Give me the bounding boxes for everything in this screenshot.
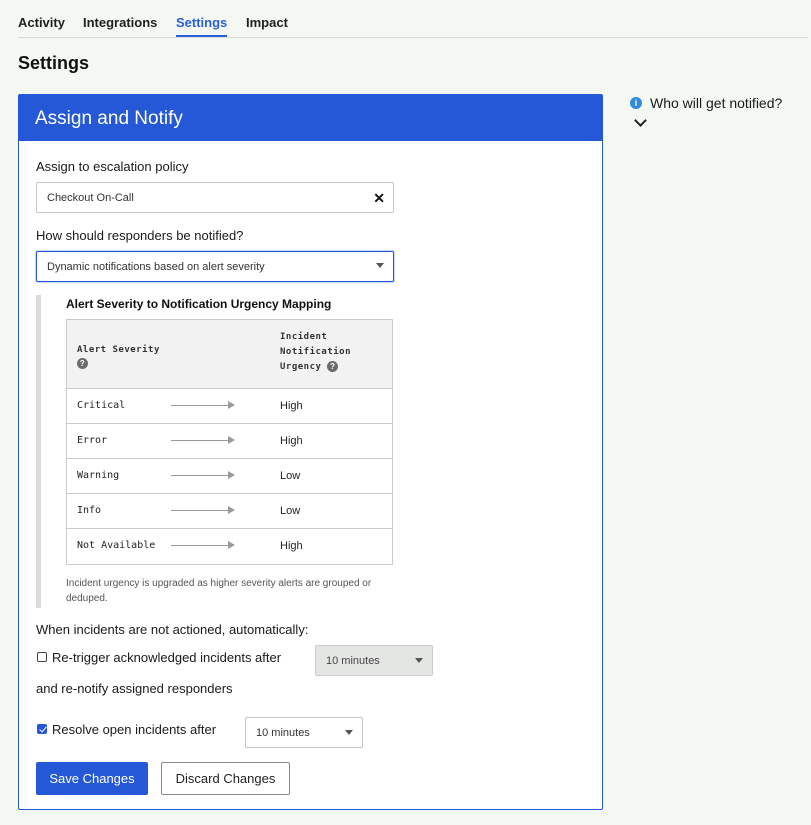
chevron-down-icon[interactable] [634,114,647,127]
table-row: Error High [67,424,392,459]
chevron-down-icon [345,730,353,735]
tab-integrations[interactable]: Integrations [83,15,157,30]
notify-method-label: How should responders be notified? [36,228,244,243]
notify-method-select[interactable]: Dynamic notifications based on alert sev… [36,251,394,282]
col-notification-urgency: Incident Notification Urgency ? [280,330,380,375]
tab-settings[interactable]: Settings [176,15,228,37]
who-notified-title[interactable]: Who will get notified? [650,95,782,111]
table-row: Warning Low [67,459,392,494]
info-icon: i [630,97,642,109]
resolve-checkbox[interactable] [37,724,47,734]
tab-activity[interactable]: Activity [18,15,65,30]
resolve-label: Resolve open incidents after [52,722,217,737]
severity-cell: Error [77,435,108,446]
table-row: Info Low [67,494,392,529]
table-row: Not Available High [67,529,392,564]
discard-changes-button[interactable]: Discard Changes [161,762,290,795]
escalation-policy-label: Assign to escalation policy [36,159,189,174]
arrow-right-icon [171,506,235,514]
col-alert-severity-label: Alert Severity [77,345,160,355]
severity-cell: Warning [77,470,120,481]
arrow-right-icon [171,471,235,479]
mapping-table-header: Alert Severity ? Incident Notification U… [67,320,392,389]
urgency-cell: High [280,540,303,552]
page-title: Settings [18,53,90,73]
urgency-cell: Low [280,505,301,517]
notify-method-value: Dynamic notifications based on alert sev… [47,260,265,273]
tab-bar: Activity Integrations Settings Impact [18,0,808,38]
retrigger-suffix: and re-notify assigned responders [36,681,233,696]
urgency-cell: Low [280,470,301,482]
col-alert-severity: Alert Severity ? [77,345,160,369]
retrigger-checkbox[interactable] [37,652,47,662]
resolve-duration-select[interactable]: 10 minutes [245,717,363,748]
retrigger-duration-select: 10 minutes [315,645,433,676]
not-actioned-label: When incidents are not actioned, automat… [36,622,309,637]
escalation-policy-input[interactable]: Checkout On-Call ✕ [36,182,394,213]
severity-cell: Critical [77,400,126,411]
mapping-note: Incident urgency is upgraded as higher s… [66,578,372,604]
mapping-table: Alert Severity ? Incident Notification U… [66,319,393,565]
help-icon[interactable]: ? [327,361,339,372]
mapping-title: Alert Severity to Notification Urgency M… [66,297,332,311]
severity-cell: Not Available [77,540,156,551]
arrow-right-icon [171,541,235,549]
severity-mapping: Alert Severity to Notification Urgency M… [36,295,396,608]
clear-icon[interactable]: ✕ [373,190,385,207]
assign-notify-card: Assign and Notify Assign to escalation p… [18,94,603,810]
escalation-policy-value: Checkout On-Call [47,191,134,204]
chevron-down-icon [376,263,384,268]
retrigger-label: Re-trigger acknowledged incidents after [52,650,282,665]
urgency-cell: High [280,400,303,412]
urgency-cell: High [280,435,303,447]
retrigger-duration-value: 10 minutes [326,654,380,667]
resolve-duration-value: 10 minutes [256,726,310,739]
tab-impact[interactable]: Impact [246,15,288,30]
arrow-right-icon [171,401,235,409]
col-notification-urgency-label: Incident Notification Urgency [280,332,352,372]
severity-cell: Info [77,505,102,516]
save-changes-button[interactable]: Save Changes [36,762,148,795]
table-row: Critical High [67,389,392,424]
help-icon[interactable]: ? [77,358,88,369]
card-title: Assign and Notify [19,95,602,141]
arrow-right-icon [171,436,235,444]
chevron-down-icon [415,658,423,663]
